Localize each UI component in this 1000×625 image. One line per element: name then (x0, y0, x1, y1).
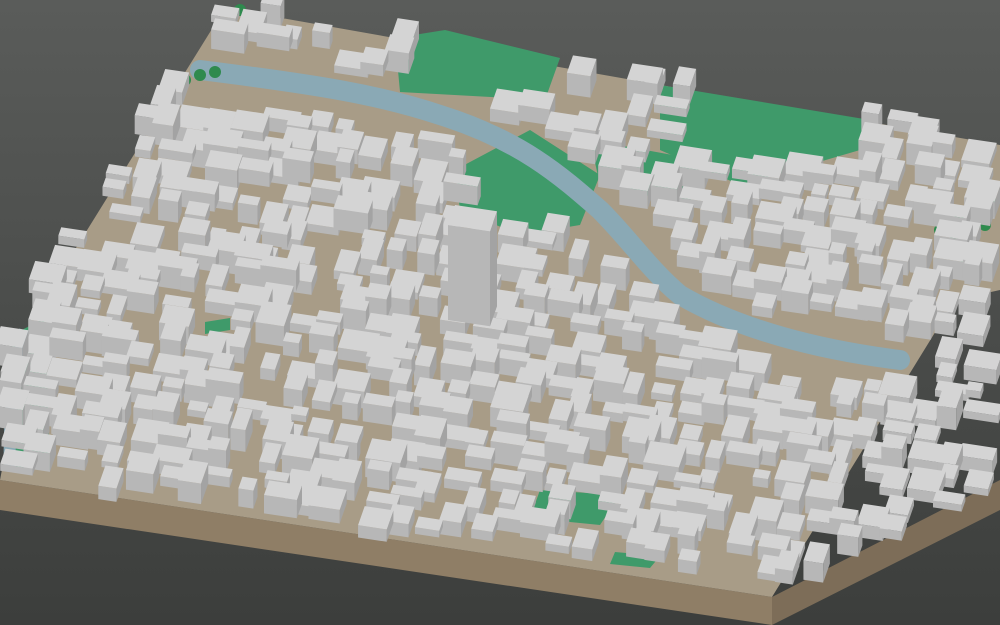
building (333, 194, 373, 235)
building (836, 393, 855, 419)
building (566, 55, 597, 98)
building (963, 468, 994, 497)
building (418, 285, 442, 318)
building (837, 522, 863, 557)
building (362, 392, 396, 426)
building (465, 444, 496, 471)
building (857, 286, 888, 323)
building (751, 292, 777, 319)
building (358, 506, 394, 542)
building (291, 405, 310, 423)
building (567, 130, 601, 165)
building (934, 311, 957, 337)
building (417, 443, 447, 471)
building (340, 297, 370, 333)
building (126, 340, 154, 367)
building (384, 34, 415, 74)
building (312, 22, 333, 49)
building (904, 301, 937, 340)
building (125, 452, 160, 494)
building (262, 218, 292, 249)
building (57, 446, 89, 471)
building (205, 465, 233, 488)
building (386, 236, 407, 271)
building (264, 480, 302, 519)
building (706, 496, 729, 531)
building (677, 548, 701, 575)
building (701, 391, 728, 426)
building (545, 533, 573, 554)
building (448, 205, 497, 327)
city-model-viewport[interactable] (0, 0, 1000, 625)
building (342, 391, 362, 421)
building (443, 172, 481, 206)
building (726, 532, 756, 557)
building (701, 256, 737, 296)
building (314, 349, 338, 386)
building (367, 459, 393, 491)
building (781, 276, 814, 315)
building (238, 476, 258, 509)
building (810, 292, 835, 313)
building (964, 254, 983, 287)
building (335, 148, 355, 181)
building (237, 194, 261, 225)
building (883, 203, 913, 228)
tree (194, 69, 206, 81)
building (414, 516, 443, 538)
building (622, 321, 645, 353)
building (619, 170, 654, 210)
building (881, 433, 907, 470)
building (282, 147, 315, 184)
building (651, 381, 676, 402)
building (879, 513, 907, 541)
building (417, 237, 440, 276)
building (958, 443, 998, 475)
building (308, 485, 347, 524)
building (963, 349, 1000, 385)
building (360, 46, 389, 77)
tree (209, 66, 221, 78)
building (965, 381, 984, 399)
building (726, 440, 763, 469)
building (102, 177, 127, 199)
building (858, 253, 884, 287)
building (256, 22, 293, 52)
building (158, 188, 182, 223)
building (283, 332, 303, 358)
building (211, 18, 249, 54)
building (126, 278, 159, 314)
building (238, 156, 274, 187)
building (753, 221, 784, 249)
building (49, 327, 87, 362)
building (752, 468, 771, 489)
building (0, 448, 38, 476)
